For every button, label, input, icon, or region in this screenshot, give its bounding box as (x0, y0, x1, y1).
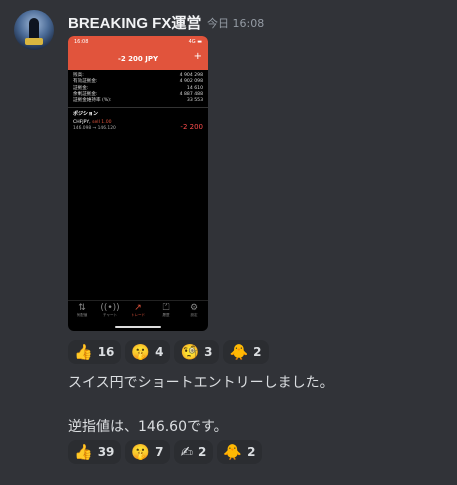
reaction-shush[interactable]: 🤫 4 (125, 340, 171, 364)
writing-hand-icon: ✍ (180, 442, 194, 461)
thumbs-up-icon: 👍 (74, 342, 93, 361)
phone-header-title: -2 200 JPY (117, 55, 159, 63)
tab-trade: ↗ トレード (124, 301, 152, 321)
account-row: 証拠金維持率 (%): 33 553 (73, 98, 203, 104)
message-line: スイス円でショートエントリーしました。 (68, 375, 334, 391)
quotes-icon: ⇅ (78, 303, 86, 313)
tab-label: 履歴 (162, 313, 170, 317)
reaction-monocle[interactable]: 🧐 3 (174, 340, 220, 364)
phone-status-right: 4G ▬ (188, 39, 202, 45)
position-symbol: CHFJPY, (73, 120, 91, 126)
account-row-value: 33 553 (186, 98, 203, 104)
tab-label: 設定 (190, 313, 198, 317)
reaction-thumbs-up[interactable]: 👍 16 (68, 340, 122, 364)
monocle-face-icon: 🧐 (180, 342, 200, 361)
position-row: CHFJPY, sell 1.00 146.098 → 146.120 -2 2… (68, 120, 208, 136)
tab-label: トレード (131, 313, 145, 317)
trade-icon: ↗ (134, 303, 142, 313)
positions-title: ポジション (73, 111, 99, 118)
history-icon: ⏍ (162, 303, 170, 313)
chick-icon: 🐥 (223, 442, 243, 461)
reaction-chick[interactable]: 🐥 2 (217, 440, 263, 464)
reaction-count: 7 (155, 445, 164, 459)
account-row-label: 証拠金維持率 (%): (73, 98, 112, 104)
reaction-count: 16 (97, 345, 115, 359)
reaction-writing-hand[interactable]: ✍ 2 (174, 440, 214, 464)
attachment-screenshot[interactable]: 16:08 4G ▬ -2 200 JPY + 残高: 4 904 298 有効証… (68, 36, 208, 331)
reaction-chick[interactable]: 🐥 2 (223, 340, 269, 364)
chick-icon: 🐥 (229, 342, 249, 361)
reaction-thumbs-up[interactable]: 👍 39 (68, 440, 122, 464)
chart-icon: ((•)) (100, 303, 120, 313)
tab-quotes: ⇅ 気配値 (68, 301, 96, 321)
reaction-count: 2 (253, 345, 262, 359)
phone-tab-bar: ⇅ 気配値 ((•)) チャート ↗ トレード ⏍ 履歴 ⚙ 設定 (68, 300, 208, 321)
phone-status-bar: 16:08 4G ▬ (68, 36, 208, 48)
position-pl: -2 200 (180, 123, 203, 132)
avatar[interactable] (14, 10, 54, 50)
reaction-count: 2 (247, 445, 256, 459)
message-line: 逆指値は、146.60です。 (68, 419, 228, 435)
plus-icon: + (193, 51, 202, 62)
home-indicator (115, 326, 161, 328)
timestamp: 今日 16:08 (207, 17, 265, 30)
tab-label: 気配値 (76, 313, 88, 317)
gear-icon: ⚙ (189, 303, 199, 313)
tab-chart: ((•)) チャート (96, 301, 124, 321)
phone-status-time: 16:08 (74, 39, 89, 45)
tab-settings: ⚙ 設定 (180, 301, 208, 321)
avatar-gold-bar (25, 38, 43, 45)
reaction-count: 2 (198, 445, 207, 459)
shushing-face-icon: 🤫 (131, 442, 151, 461)
tab-history: ⏍ 履歴 (152, 301, 180, 321)
reaction-bar: 👍 39 🤫 7 ✍ 2 🐥 2 (68, 440, 263, 464)
shushing-face-icon: 🤫 (131, 342, 151, 361)
reaction-count: 39 (97, 445, 115, 459)
position-side: sell 1.00 (92, 120, 112, 126)
phone-header: -2 200 JPY + (68, 48, 208, 70)
reaction-count: 3 (204, 345, 213, 359)
reaction-count: 4 (155, 345, 164, 359)
thumbs-up-icon: 👍 (74, 442, 93, 461)
account-summary: 残高: 4 904 298 有効証拠金: 4 902 098 証拠金: 14 610 … (68, 70, 208, 104)
reaction-shush[interactable]: 🤫 7 (125, 440, 171, 464)
tab-label: チャート (103, 313, 117, 317)
reaction-bar: 👍 16 🤫 4 🧐 3 🐥 2 (68, 340, 269, 364)
username[interactable]: BREAKING FX運営 (68, 12, 201, 33)
divider (68, 107, 208, 109)
